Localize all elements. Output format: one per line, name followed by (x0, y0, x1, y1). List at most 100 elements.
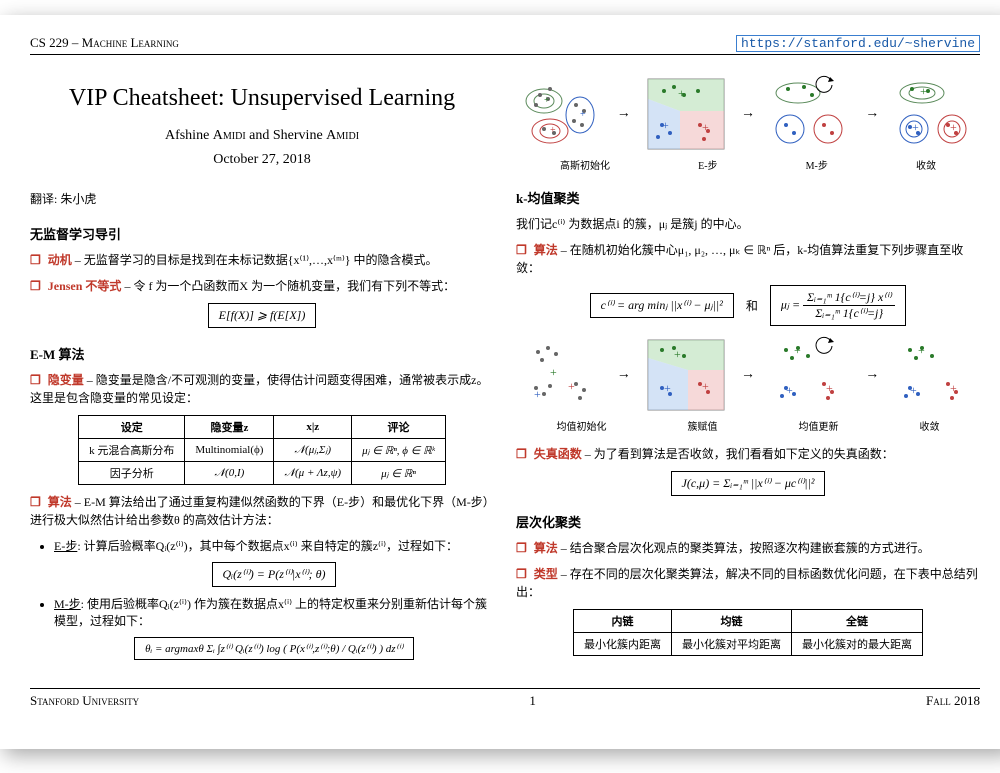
svg-text:+: + (794, 343, 801, 357)
svg-text:+: + (674, 347, 681, 361)
date: October 27, 2018 (30, 152, 494, 168)
bullet-icon: ❒ (30, 253, 41, 267)
kmeans-figure-captions: 均值初始化 簇赋值 均值更新 收敛 (516, 418, 980, 433)
svg-text:+: + (568, 379, 575, 393)
cap-converge: 收敛 (916, 157, 936, 172)
translator-line: 翻译: 朱小虎 (30, 190, 494, 208)
svg-text:+: + (702, 120, 709, 134)
m-step-label: M-步 (54, 597, 81, 611)
em-figure-captions: 高斯初始化 E-步 M-步 收敛 (516, 157, 980, 172)
arrow-icon: → (617, 106, 631, 122)
svg-text:+: + (550, 365, 557, 379)
th-inner: 内链 (574, 610, 672, 633)
distortion-entry: ❒ 失真函数 – 为了看到算法是否收敛，我们看看如下定义的失真函数： (516, 445, 980, 463)
kmeans-formulas: c⁽ⁱ⁾ = arg minⱼ ||x⁽ⁱ⁾ − μⱼ||² 和 μⱼ = Σᵢ… (516, 285, 980, 326)
e-step-label: E-步 (54, 539, 77, 553)
and-label: 和 (746, 297, 758, 314)
bullet-icon: ❒ (516, 243, 527, 257)
svg-text:+: + (920, 84, 927, 98)
latent-keyword: 隐变量 (48, 373, 84, 387)
right-column: + + + → (516, 65, 980, 668)
svg-text:+: + (580, 109, 586, 120)
cap-gauss-init: 高斯初始化 (560, 157, 610, 172)
authors: Afshine Amidi and Shervine Amidi (30, 128, 494, 144)
bullet-icon: ❒ (30, 279, 41, 293)
kmeans-algo-keyword: 算法 (534, 243, 558, 257)
kmeans-mu-formula: μⱼ = Σᵢ₌₁ᵐ 1{c⁽ⁱ⁾=j} x⁽ⁱ⁾ Σᵢ₌₁ᵐ 1{c⁽ⁱ⁾=j… (770, 285, 907, 326)
distortion-keyword: 失真函数 (534, 447, 582, 461)
hier-type-entry: ❒ 类型 – 存在不同的层次化聚类算法，解决不同的目标函数优化问题，在下表中总结… (516, 565, 980, 601)
svg-text:+: + (664, 381, 671, 395)
svg-text:+: + (534, 387, 541, 401)
jensen-text: – 令 f 为一个凸函数而X 为一个随机变量，我们有下列不等式： (121, 279, 455, 293)
cap-m-step: M-步 (806, 157, 828, 172)
page-title: VIP Cheatsheet: Unsupervised Learning (30, 85, 494, 112)
th-xz: x|z (274, 416, 352, 439)
svg-text:+: + (702, 379, 709, 393)
course-label: CS 229 – Machine Learning (30, 35, 179, 52)
fig-e-step: + + + (644, 75, 728, 153)
latent-text: – 隐变量是隐含/不可观测的变量，使得估计问题变得困难，通常被表示成z。这里是包… (30, 373, 488, 405)
left-column: VIP Cheatsheet: Unsupervised Learning Af… (30, 65, 494, 668)
fig-converge: + + + (892, 75, 976, 153)
svg-text:+: + (786, 383, 793, 397)
source-url[interactable]: https://stanford.edu/~shervine (736, 35, 980, 52)
footer-bar: Stanford University 1 Fall 2018 (30, 688, 980, 709)
cap-assign: 簇赋值 (688, 418, 718, 433)
footer-page: 1 (529, 693, 536, 709)
hier-algo-text: – 结合聚合层次化观点的聚类算法，按照逐次构建嵌套簇的方式进行。 (558, 541, 930, 555)
fig-m-step (768, 75, 852, 153)
svg-text:+: + (918, 343, 925, 357)
fig-assign: + + + (644, 336, 728, 414)
em-algo-text: – E-M 算法给出了通过重复构建似然函数的下界（E-步）和最优化下界（M-步）… (30, 495, 489, 527)
th-avg: 均链 (672, 610, 792, 633)
svg-text:+: + (662, 118, 669, 132)
th-setting: 设定 (79, 416, 185, 439)
th-comment: 评论 (352, 416, 446, 439)
em-steps-list: E-步: 计算后验概率Qᵢ(z⁽ⁱ⁾)，其中每个数据点x⁽ⁱ⁾ 来自特定的簇z⁽… (54, 537, 494, 660)
svg-text:+: + (910, 383, 917, 397)
svg-text:+: + (826, 381, 833, 395)
arrow-icon: → (865, 106, 879, 122)
section-hier-heading: 层次化聚类 (516, 512, 980, 531)
section-kmeans-heading: k-均值聚类 (516, 188, 980, 207)
jensen-formula: E[f(X)] ⩾ f(E[X]) (30, 303, 494, 328)
latent-entry: ❒ 隐变量 – 隐变量是隐含/不可观测的变量，使得估计问题变得困难，通常被表示成… (30, 371, 494, 407)
hier-algo-entry: ❒ 算法 – 结合聚合层次化观点的聚类算法，按照逐次构建嵌套簇的方式进行。 (516, 539, 980, 557)
fig-gauss-init: + + + (520, 75, 604, 153)
bullet-icon: ❒ (30, 373, 41, 387)
e-step-item: E-步: 计算后验概率Qᵢ(z⁽ⁱ⁾)，其中每个数据点x⁽ⁱ⁾ 来自特定的簇z⁽… (54, 537, 494, 587)
hier-algo-keyword: 算法 (534, 541, 558, 555)
two-column-body: VIP Cheatsheet: Unsupervised Learning Af… (30, 65, 980, 668)
jensen-keyword: Jensen 不等式 (48, 279, 122, 293)
hier-type-text: – 存在不同的层次化聚类算法，解决不同的目标函数优化问题，在下表中总结列出： (516, 567, 978, 599)
kmeans-figure-row: + + + → + (516, 336, 980, 414)
motive-text: – 无监督学习的目标是找到在未标记数据{x⁽¹⁾,…,x⁽ᵐ⁾} 中的隐含模式。 (72, 253, 438, 267)
table-row: k 元混合高斯分布 Multinomial(ϕ) 𝒩(μⱼ,Σⱼ) μⱼ ∈ ℝ… (79, 439, 446, 462)
m-step-formula: θᵢ = argmaxθ Σᵢ ∫z⁽ⁱ⁾ Qᵢ(z⁽ⁱ⁾) log ( P(x… (134, 637, 414, 660)
arrow-icon: → (741, 106, 755, 122)
svg-text:+: + (550, 125, 556, 136)
cap-converge2: 收敛 (920, 418, 940, 433)
cap-e-step: E-步 (698, 157, 717, 172)
bullet-icon: ❒ (516, 541, 527, 555)
svg-text:+: + (950, 381, 957, 395)
m-step-text: : 使用后验概率Qᵢ(z⁽ⁱ⁾) 作为簇在数据点x⁽ⁱ⁾ 上的特定权重来分别重新… (54, 597, 487, 628)
cap-mean-init: 均值初始化 (557, 418, 607, 433)
formula-box: E[f(X)] ⩾ f(E[X]) (208, 303, 317, 328)
motive-keyword: 动机 (48, 253, 72, 267)
footer-left: Stanford University (30, 693, 139, 709)
formula-box: J(c,μ) = Σᵢ₌₁ᵐ ||x⁽ⁱ⁾ − μc⁽ⁱ⁾||² (671, 471, 826, 496)
svg-text:+: + (678, 86, 685, 100)
header-bar: CS 229 – Machine Learning https://stanfo… (30, 35, 980, 55)
latent-table: 设定 隐变量z x|z 评论 k 元混合高斯分布 Multinomial(ϕ) … (78, 415, 446, 485)
jensen-entry: ❒ Jensen 不等式 – 令 f 为一个凸函数而X 为一个随机变量，我们有下… (30, 277, 494, 295)
svg-text:+: + (544, 95, 550, 106)
section-intro-heading: 无监督学习导引 (30, 224, 494, 243)
bullet-icon: ❒ (516, 447, 527, 461)
arrow-icon: → (741, 367, 755, 383)
linkage-table: 内链 均链 全链 最小化簇内距离 最小化簇对平均距离 最小化簇对的最大距离 (573, 609, 923, 656)
table-row: 最小化簇内距离 最小化簇对平均距离 最小化簇对的最大距离 (574, 633, 923, 656)
em-algo-keyword: 算法 (48, 495, 72, 509)
fig-mean-init: + + + (520, 336, 604, 414)
